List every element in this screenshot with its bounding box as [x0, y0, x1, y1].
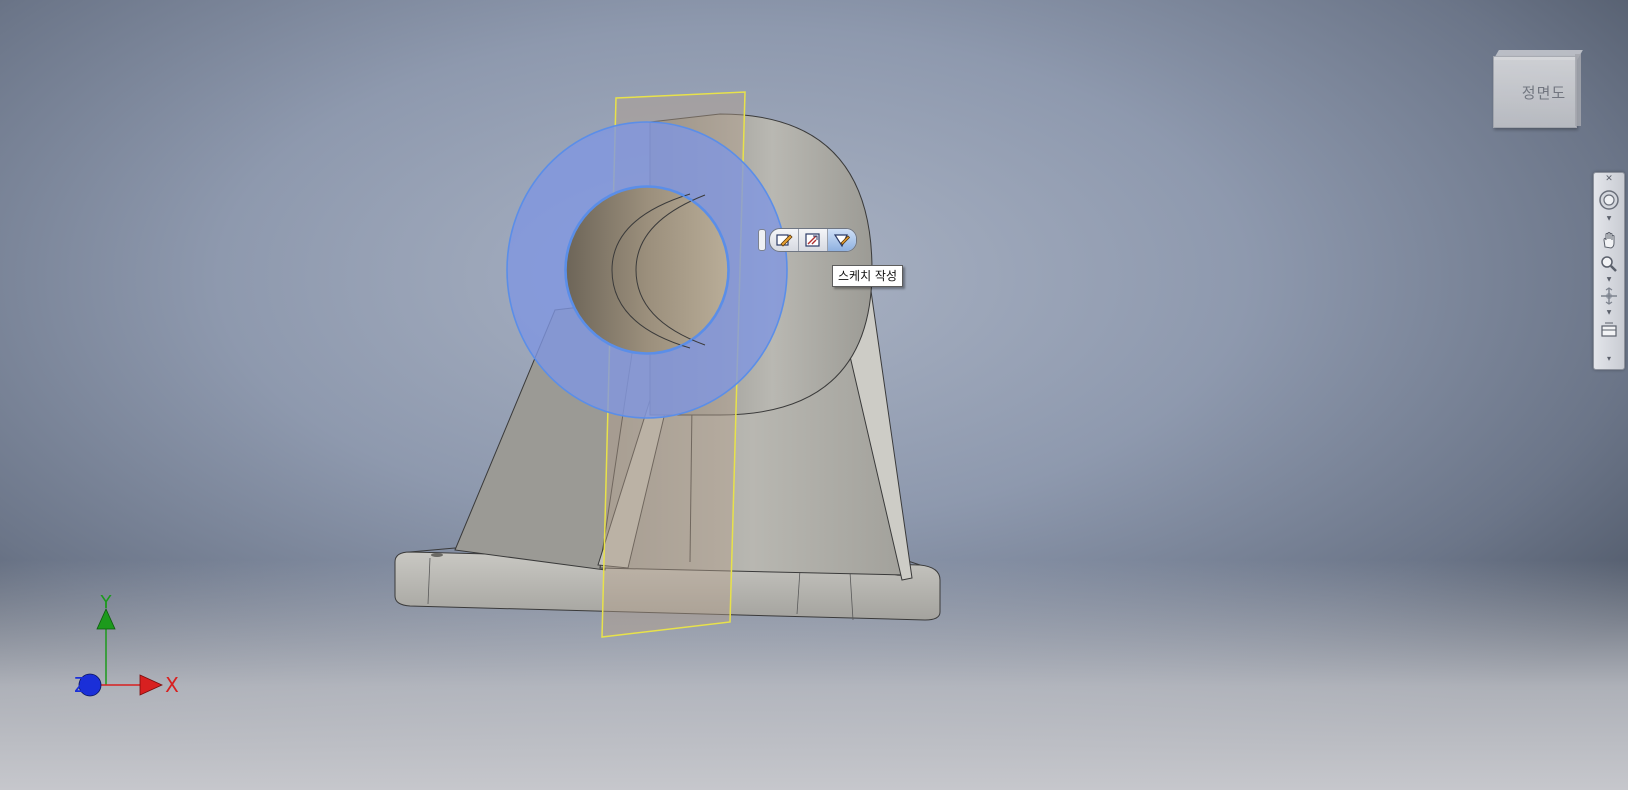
selected-face[interactable] — [506, 121, 788, 419]
tooltip: 스케치 작성 — [832, 265, 904, 287]
pan-icon[interactable] — [1594, 229, 1624, 251]
chevron-down-icon[interactable]: ▼ — [1594, 215, 1624, 222]
chevron-down-icon[interactable]: ▼ — [1594, 276, 1624, 283]
edit-feature-icon — [805, 233, 820, 247]
view-cube-right-face[interactable] — [1575, 54, 1581, 126]
mini-toolbar — [758, 228, 857, 252]
model-geometry[interactable] — [0, 0, 1628, 790]
view-cube[interactable]: 정면도 — [1490, 50, 1583, 132]
y-axis-label: Y — [100, 595, 113, 613]
zoom-icon[interactable] — [1594, 253, 1624, 275]
view-cube-front-face[interactable]: 정면도 — [1493, 56, 1577, 128]
create-sketch-icon — [833, 234, 851, 248]
edit-feature-button[interactable] — [799, 229, 828, 251]
coordinate-triad: Y X Z — [74, 595, 179, 697]
menu-icon[interactable]: ▾ — [1594, 353, 1624, 363]
x-axis-arrow — [139, 674, 163, 696]
x-axis-label: X — [165, 673, 179, 697]
orbit-icon[interactable] — [1594, 285, 1624, 307]
close-icon[interactable]: ✕ — [1594, 174, 1624, 184]
edit-sketch-icon — [776, 234, 793, 247]
toolbar-grip[interactable] — [758, 229, 766, 251]
graphics-viewport[interactable]: 스케치 작성 정면도 ✕ ▼ ▼ ▼ ▾ Y X Z — [0, 0, 1628, 790]
create-sketch-button[interactable] — [828, 229, 856, 251]
tooltip-text: 스케치 작성 — [838, 269, 898, 283]
toolbar-button-group — [769, 228, 857, 252]
chevron-down-icon[interactable]: ▼ — [1594, 309, 1624, 316]
look-at-icon[interactable] — [1594, 319, 1624, 341]
navigation-bar: ✕ ▼ ▼ ▼ ▾ — [1593, 172, 1625, 370]
z-axis-label: Z — [74, 673, 88, 697]
edit-sketch-button[interactable] — [770, 229, 799, 251]
steering-wheel-icon[interactable] — [1594, 187, 1624, 213]
view-cube-front-label: 정면도 — [1521, 83, 1567, 102]
